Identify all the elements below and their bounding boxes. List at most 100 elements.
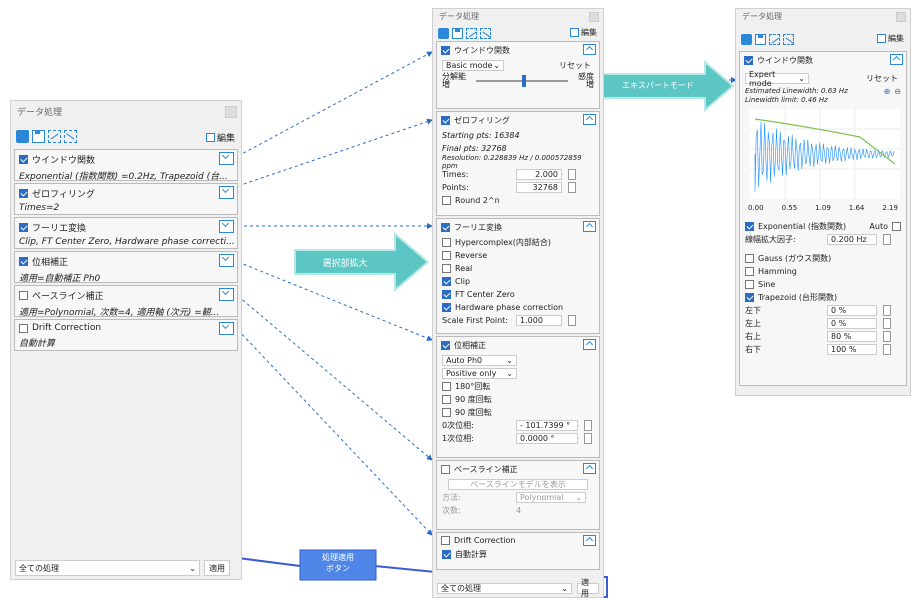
process-select[interactable]: 全ての処理 ⌄ — [437, 582, 572, 594]
ft-checkbox[interactable] — [441, 223, 450, 232]
plot-alt-icon[interactable] — [64, 129, 77, 143]
section-checkbox[interactable] — [19, 323, 28, 333]
panel-title: データ処理 — [17, 108, 63, 118]
apply-button[interactable]: 適用 — [577, 578, 599, 598]
folder-icon[interactable] — [16, 129, 29, 143]
collapse-icon[interactable] — [583, 535, 596, 546]
round-checkbox[interactable] — [442, 196, 451, 205]
hamming-checkbox[interactable] — [745, 267, 754, 276]
exponential-checkbox[interactable] — [745, 222, 754, 231]
plot-icon[interactable] — [48, 129, 61, 143]
expand-icon[interactable] — [219, 322, 234, 335]
save-icon[interactable] — [755, 33, 766, 45]
times-input[interactable]: 2.000 — [516, 169, 562, 180]
upper-right-input[interactable]: 80 % — [827, 331, 877, 342]
section-checkbox[interactable] — [19, 223, 28, 232]
trapezoid-checkbox[interactable] — [745, 293, 754, 302]
sfp-spinner[interactable] — [568, 315, 576, 326]
points-input[interactable]: 32768 — [516, 182, 562, 193]
phase-checkbox[interactable] — [441, 341, 450, 350]
window-checkbox[interactable] — [441, 46, 450, 55]
collapse-icon[interactable] — [583, 114, 596, 125]
section-checkbox[interactable] — [19, 155, 28, 164]
plot-alt-icon[interactable] — [480, 27, 491, 39]
window-checkbox[interactable] — [744, 56, 753, 65]
expand-icon[interactable] — [219, 288, 234, 301]
ph0-input[interactable]: - 101.7399 ° — [516, 420, 578, 431]
clip-checkbox[interactable] — [442, 277, 451, 286]
ll-spinner[interactable] — [883, 305, 891, 316]
collapse-icon[interactable] — [583, 339, 596, 350]
expand-icon[interactable] — [219, 186, 234, 199]
center-zero-checkbox[interactable] — [442, 290, 451, 299]
upper-left-input[interactable]: 0 % — [827, 318, 877, 329]
lb-spinner[interactable] — [883, 234, 891, 245]
reset-button[interactable]: リセット — [863, 73, 901, 84]
rotate-180-checkbox[interactable] — [442, 382, 451, 391]
save-icon[interactable] — [32, 129, 45, 143]
expand-icon[interactable] — [219, 220, 234, 233]
sine-checkbox[interactable] — [745, 280, 754, 289]
zoom-out-icon[interactable]: ⊖ — [894, 87, 901, 96]
collapse-icon[interactable] — [583, 463, 596, 474]
hypercomplex-checkbox[interactable] — [442, 238, 451, 247]
mode-select[interactable]: Expert mode ⌄ — [745, 70, 809, 88]
hw-phase-checkbox[interactable] — [442, 303, 451, 312]
close-button[interactable] — [225, 106, 237, 118]
ru-spinner[interactable] — [883, 331, 891, 342]
expand-icon[interactable] — [219, 152, 234, 165]
expand-icon[interactable] — [219, 254, 234, 267]
show-baseline-button[interactable]: ベースラインモデルを表示 — [448, 479, 588, 490]
apply-button[interactable]: 適用 — [204, 560, 230, 576]
collapse-icon[interactable] — [890, 54, 903, 65]
gauss-checkbox[interactable] — [745, 254, 754, 263]
positive-only-select[interactable]: Positive only ⌄ — [442, 368, 517, 379]
edit-button[interactable]: 編集 — [205, 131, 235, 144]
ph1-spinner[interactable] — [584, 433, 592, 444]
close-button[interactable] — [589, 12, 599, 22]
drift-checkbox[interactable] — [441, 536, 450, 545]
rl-spinner[interactable] — [883, 344, 891, 355]
edit-button[interactable]: 編集 — [877, 33, 904, 44]
edit-button[interactable]: 編集 — [570, 27, 597, 38]
zoom-in-icon[interactable]: ⊕ — [884, 87, 891, 96]
process-select[interactable]: 全ての処理 ⌄ — [15, 560, 200, 576]
real-checkbox[interactable] — [442, 264, 451, 273]
baseline-checkbox[interactable] — [441, 465, 450, 474]
rotate-90a-checkbox[interactable] — [442, 395, 451, 404]
points-spinner[interactable] — [568, 182, 576, 193]
toolbar: 編集 — [433, 25, 603, 41]
reverse-checkbox[interactable] — [442, 251, 451, 260]
method-select[interactable]: Polynomial ⌄ — [516, 492, 586, 503]
auto-calc-checkbox[interactable] — [442, 550, 451, 559]
rotate-90b-checkbox[interactable] — [442, 408, 451, 417]
times-spinner[interactable] — [568, 169, 576, 180]
save-icon[interactable] — [452, 27, 463, 39]
zerofill-checkbox[interactable] — [441, 116, 450, 125]
auto-ph0-select[interactable]: Auto Ph0 ⌄ — [442, 355, 517, 366]
plot-alt-icon[interactable] — [783, 33, 794, 45]
plot-icon[interactable] — [769, 33, 780, 45]
resolution-slider[interactable] — [476, 75, 568, 87]
collapse-icon[interactable] — [583, 221, 596, 232]
scale-first-point-input[interactable]: 1.000 — [516, 315, 562, 326]
phase-section: 位相補正 Auto Ph0 ⌄ Positive only ⌄ 180°回転 90 … — [436, 336, 600, 458]
mode-select[interactable]: Basic mode ⌄ — [442, 60, 504, 71]
lower-left-input[interactable]: 0 % — [827, 305, 877, 316]
reset-button[interactable]: リセット — [556, 60, 594, 71]
plot-icon[interactable] — [466, 27, 477, 39]
slider-thumb[interactable] — [522, 75, 526, 87]
lb-input[interactable]: 0.200 Hz — [827, 234, 877, 245]
section-checkbox[interactable] — [19, 291, 28, 300]
auto-checkbox[interactable] — [892, 222, 901, 231]
section-checkbox[interactable] — [19, 257, 28, 266]
close-button[interactable] — [896, 12, 906, 22]
folder-icon[interactable] — [438, 27, 449, 39]
lu-spinner[interactable] — [883, 318, 891, 329]
lower-right-input[interactable]: 100 % — [827, 344, 877, 355]
folder-icon[interactable] — [741, 33, 752, 45]
ph0-spinner[interactable] — [584, 420, 592, 431]
ph1-input[interactable]: 0.0000 ° — [516, 433, 578, 444]
section-checkbox[interactable] — [19, 189, 28, 198]
collapse-icon[interactable] — [583, 44, 596, 55]
